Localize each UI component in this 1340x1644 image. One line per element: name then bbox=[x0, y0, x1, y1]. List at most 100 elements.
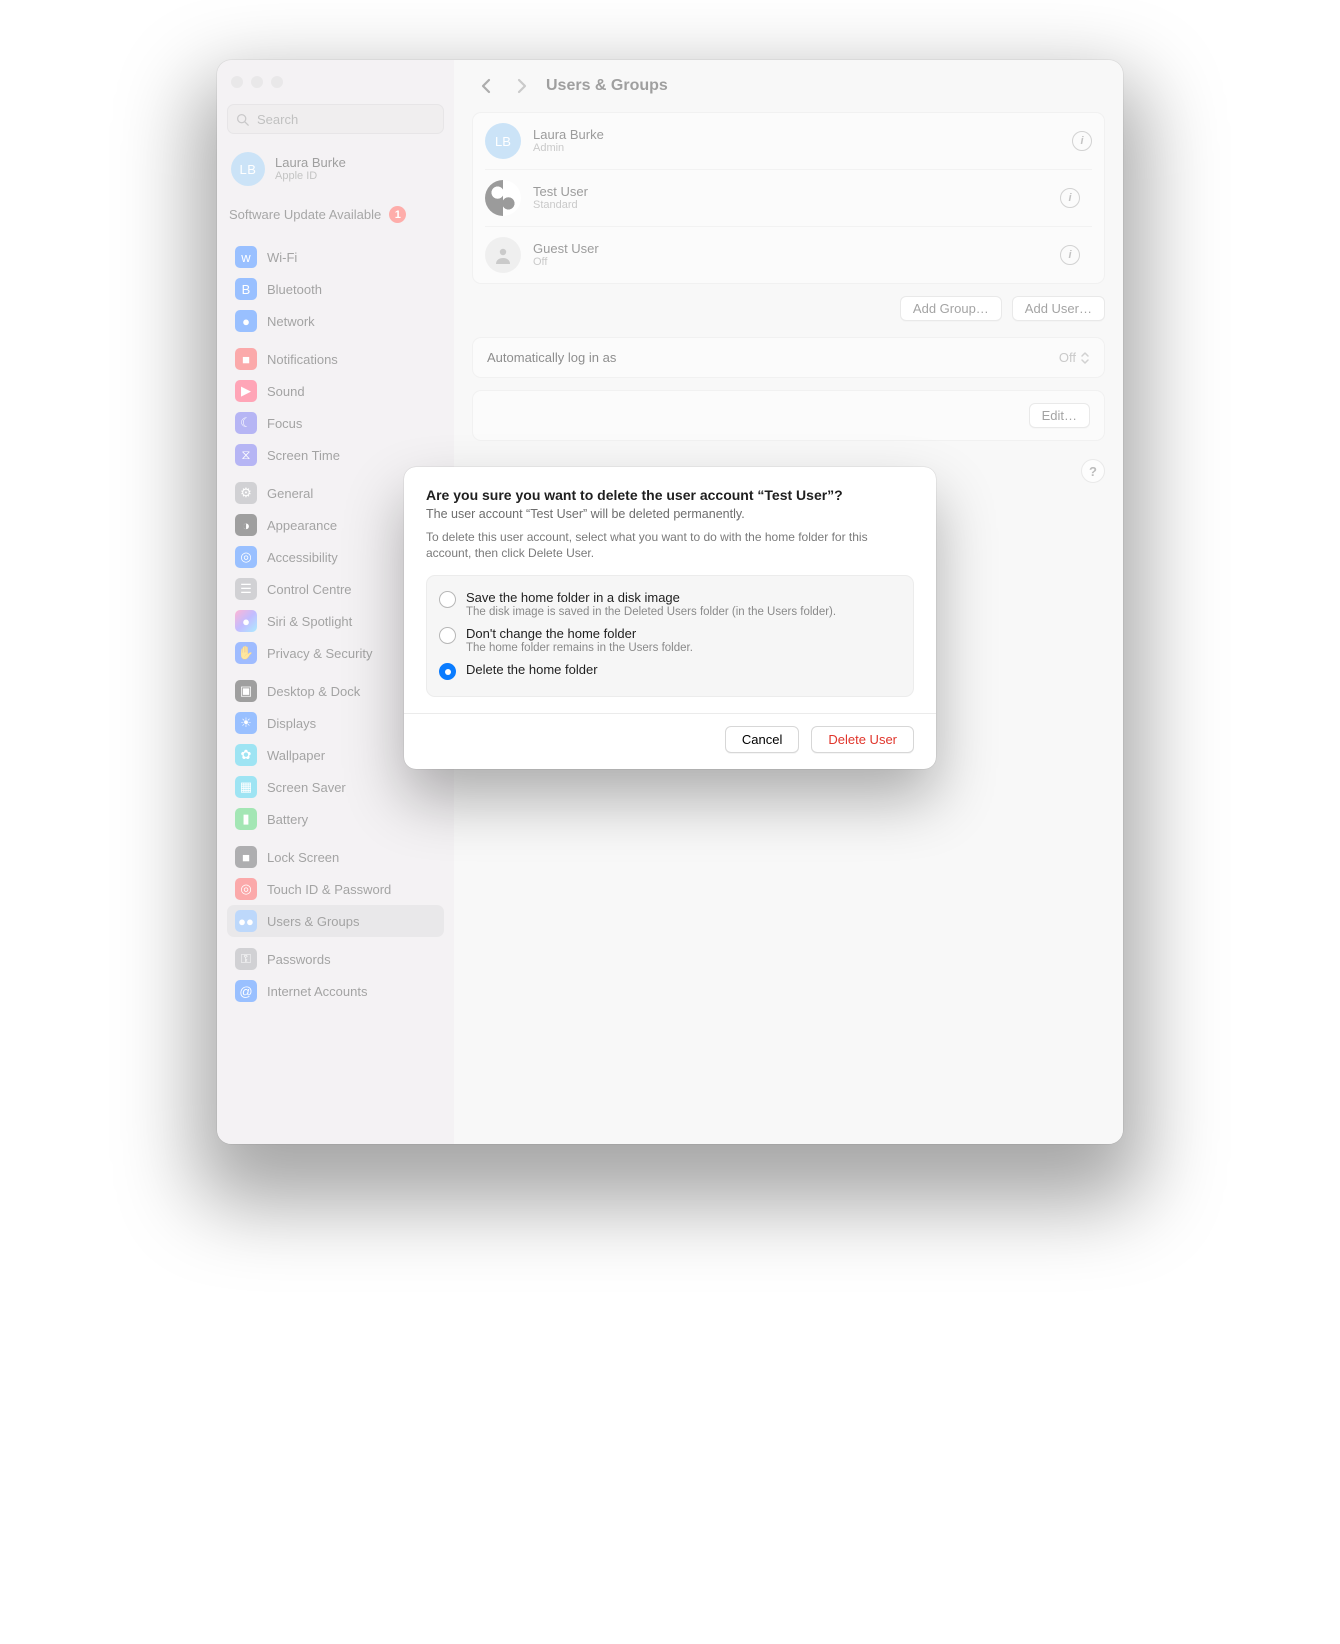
sidebar-item-battery[interactable]: ▮Battery bbox=[227, 803, 444, 835]
auto-login-label: Automatically log in as bbox=[487, 350, 616, 365]
option-label: Don't change the home folder bbox=[466, 626, 693, 641]
sidebar-item-notifications[interactable]: ■ Notifications bbox=[227, 343, 444, 375]
cancel-button[interactable]: Cancel bbox=[725, 726, 799, 753]
bell-icon: ■ bbox=[235, 348, 257, 370]
sidebar-item-label: Focus bbox=[267, 416, 302, 431]
search-input[interactable] bbox=[255, 111, 435, 128]
home-folder-option[interactable]: Don't change the home folderThe home fol… bbox=[439, 622, 901, 658]
users-list: LBLaura BurkeAdminiTest UserStandardiGue… bbox=[472, 112, 1105, 284]
sidebar-item-label: Screen Saver bbox=[267, 780, 346, 795]
auto-login-row[interactable]: Automatically log in as Off bbox=[473, 338, 1104, 377]
user-row[interactable]: Test UserStandard i bbox=[485, 169, 1092, 226]
dialog-title: Are you sure you want to delete the user… bbox=[426, 487, 914, 503]
info-icon[interactable]: i bbox=[1060, 188, 1080, 208]
screensaver-icon: ▦ bbox=[235, 776, 257, 798]
radio-button[interactable] bbox=[439, 627, 456, 644]
home-folder-option[interactable]: Save the home folder in a disk imageThe … bbox=[439, 586, 901, 622]
users-actions: Add Group… Add User… bbox=[472, 296, 1105, 321]
home-folder-option[interactable]: Delete the home folder bbox=[439, 658, 901, 684]
sidebar-item-passwords[interactable]: ⚿Passwords bbox=[227, 943, 444, 975]
sidebar-item-label: Notifications bbox=[267, 352, 338, 367]
user-role: Off bbox=[533, 256, 599, 268]
sidebar-item-sound[interactable]: ▶Sound bbox=[227, 375, 444, 407]
user-name: Guest User bbox=[533, 242, 599, 257]
controlcentre-icon: ☰ bbox=[235, 578, 257, 600]
sidebar-item-label: Users & Groups bbox=[267, 914, 359, 929]
sidebar-item-label: Screen Time bbox=[267, 448, 340, 463]
sidebar-item-label: Battery bbox=[267, 812, 308, 827]
radio-button[interactable] bbox=[439, 663, 456, 680]
user-name: Laura Burke bbox=[533, 128, 604, 143]
zoom-window-icon[interactable] bbox=[271, 76, 283, 88]
sidebar-item-wi-fi[interactable]: ᴡWi-Fi bbox=[227, 241, 444, 273]
sidebar-item-label: Passwords bbox=[267, 952, 331, 967]
sidebar-item-label: Privacy & Security bbox=[267, 646, 372, 661]
account-sub: Apple ID bbox=[275, 170, 346, 182]
sidebar-item-users-groups[interactable]: ●● Users & Groups bbox=[227, 905, 444, 937]
sidebar-item-internet-accounts[interactable]: @Internet Accounts bbox=[227, 975, 444, 1007]
add-group-button[interactable]: Add Group… bbox=[900, 296, 1002, 321]
sidebar-item-label: Accessibility bbox=[267, 550, 338, 565]
sidebar-item-label: Touch ID & Password bbox=[267, 882, 391, 897]
account-name: Laura Burke bbox=[275, 156, 346, 170]
siri-icon: ● bbox=[235, 610, 257, 632]
minimize-window-icon[interactable] bbox=[251, 76, 263, 88]
sidebar-item-touch-id-password[interactable]: ◎ Touch ID & Password bbox=[227, 873, 444, 905]
sidebar-item-bluetooth[interactable]: BBluetooth bbox=[227, 273, 444, 305]
sidebar-item-screen-time[interactable]: ⧖Screen Time bbox=[227, 439, 444, 471]
back-button[interactable] bbox=[474, 74, 498, 98]
home-folder-options: Save the home folder in a disk imageThe … bbox=[426, 575, 914, 697]
dialog-description: To delete this user account, select what… bbox=[426, 529, 914, 561]
user-name: Test User bbox=[533, 185, 588, 200]
users-icon: ●● bbox=[235, 910, 257, 932]
dialog-separator bbox=[404, 713, 936, 714]
apple-id-account[interactable]: LB Laura Burke Apple ID bbox=[227, 148, 444, 200]
update-badge: 1 bbox=[389, 206, 406, 223]
privacy-icon: ✋ bbox=[235, 642, 257, 664]
sidebar-item-label: Desktop & Dock bbox=[267, 684, 360, 699]
sidebar-item-label: Control Centre bbox=[267, 582, 352, 597]
software-update-row[interactable]: Software Update Available 1 bbox=[227, 200, 444, 235]
user-avatar: LB bbox=[485, 123, 521, 159]
user-role: Admin bbox=[533, 142, 604, 154]
forward-button[interactable] bbox=[510, 74, 534, 98]
dialog-subtitle: The user account “Test User” will be del… bbox=[426, 507, 914, 521]
info-icon[interactable]: i bbox=[1072, 131, 1092, 151]
page-title: Users & Groups bbox=[546, 77, 668, 95]
close-window-icon[interactable] bbox=[231, 76, 243, 88]
sidebar-item-screen-saver[interactable]: ▦ Screen Saver bbox=[227, 771, 444, 803]
user-role: Standard bbox=[533, 199, 588, 211]
wallpaper-icon: ✿ bbox=[235, 744, 257, 766]
updown-icon bbox=[1080, 351, 1090, 365]
general-icon: ⚙ bbox=[235, 482, 257, 504]
sidebar-item-label: Displays bbox=[267, 716, 316, 731]
wifi-icon: ᴡ bbox=[235, 246, 257, 268]
desktop-icon: ▣ bbox=[235, 680, 257, 702]
edit-button[interactable]: Edit… bbox=[1029, 403, 1090, 428]
sidebar-item-label: Siri & Spotlight bbox=[267, 614, 352, 629]
appearance-icon: ◑ bbox=[235, 514, 257, 536]
sidebar-item-label: Sound bbox=[267, 384, 305, 399]
focus-icon: ☾ bbox=[235, 412, 257, 434]
accessibility-icon: ◎ bbox=[235, 546, 257, 568]
search-field[interactable] bbox=[227, 104, 444, 134]
option-sub: The disk image is saved in the Deleted U… bbox=[466, 606, 836, 618]
sidebar-item-network[interactable]: ●Network bbox=[227, 305, 444, 337]
sidebar-item-lock-screen[interactable]: ■Lock Screen bbox=[227, 841, 444, 873]
sidebar-item-label: Wallpaper bbox=[267, 748, 325, 763]
sidebar-item-label: Bluetooth bbox=[267, 282, 322, 297]
info-icon[interactable]: i bbox=[1060, 245, 1080, 265]
add-user-button[interactable]: Add User… bbox=[1012, 296, 1105, 321]
sidebar-item-focus[interactable]: ☾ Focus bbox=[227, 407, 444, 439]
help-button[interactable]: ? bbox=[1081, 459, 1105, 483]
auto-login-value[interactable]: Off bbox=[1059, 350, 1090, 365]
delete-user-dialog: Are you sure you want to delete the user… bbox=[404, 467, 936, 769]
user-row[interactable]: LB Laura BurkeAdmin i bbox=[473, 113, 1104, 169]
delete-user-button[interactable]: Delete User bbox=[811, 726, 914, 753]
radio-button[interactable] bbox=[439, 591, 456, 608]
software-update-label: Software Update Available bbox=[229, 207, 381, 222]
avatar: LB bbox=[231, 152, 265, 186]
option-label: Save the home folder in a disk image bbox=[466, 590, 836, 605]
touchid-icon: ◎ bbox=[235, 878, 257, 900]
user-row[interactable]: Guest UserOff i bbox=[485, 226, 1092, 283]
